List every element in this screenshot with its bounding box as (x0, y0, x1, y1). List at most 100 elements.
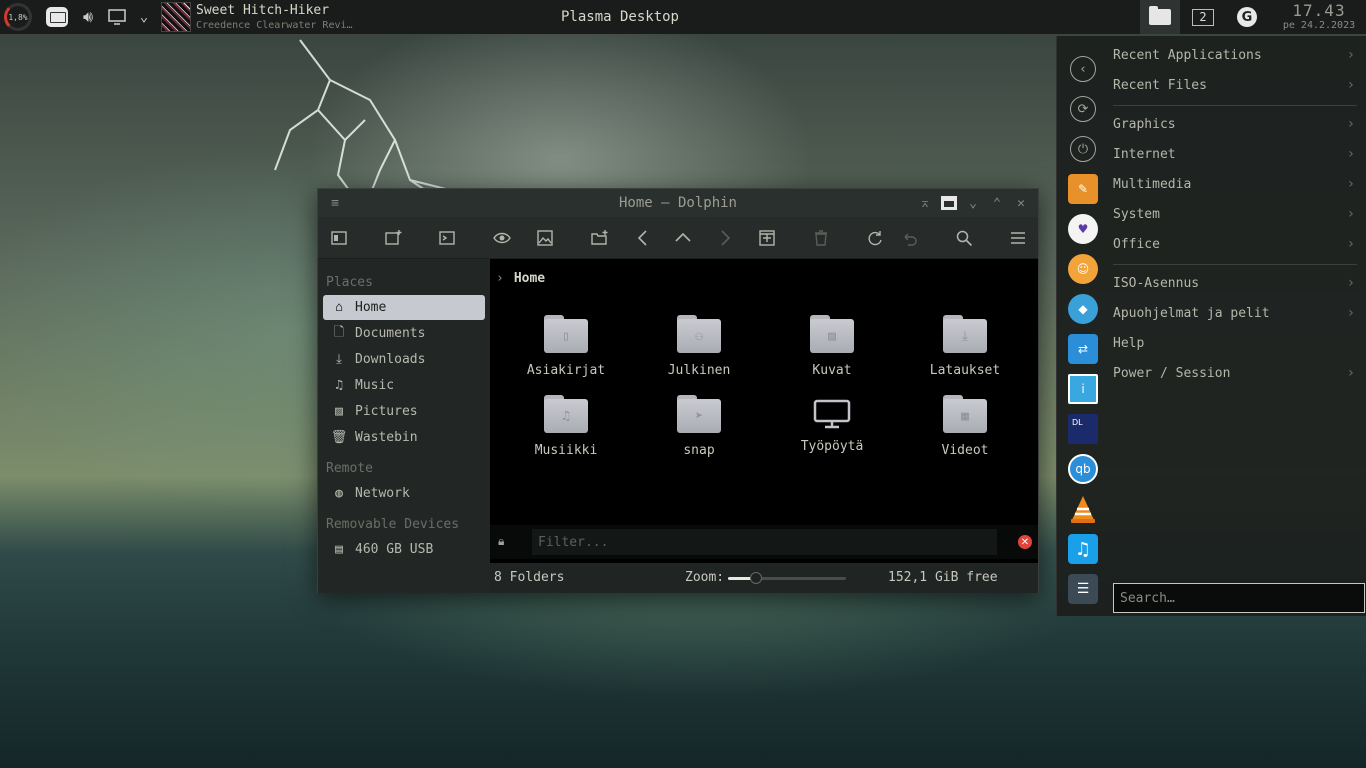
folder-item[interactable]: ▯ Asiakirjat (511, 313, 621, 385)
place-usb-drive[interactable]: ▤ 460 GB USB (323, 537, 485, 562)
category-apuohjelmat[interactable]: Apuohjelmat ja pelit › (1113, 300, 1361, 326)
category-recent-files[interactable]: Recent Files › (1113, 72, 1361, 98)
app-1-icon[interactable]: ✎ (1068, 174, 1098, 204)
folder-item[interactable]: ➤ snap (644, 393, 754, 465)
info-app-icon[interactable]: i (1068, 374, 1098, 404)
place-documents[interactable]: 🗋︎ Documents (323, 321, 485, 346)
chevron-right-icon: › (1346, 116, 1355, 132)
hamburger-menu-icon[interactable] (1005, 225, 1031, 251)
album-art-icon[interactable] (160, 0, 192, 34)
menu-separator (1113, 105, 1357, 106)
vlc-icon[interactable] (1068, 494, 1098, 524)
file-view: › Home ▯ Asiakirjat ⚇ Julkinen ▨ Kuvat ⤓ … (490, 259, 1038, 593)
place-label: Home (355, 300, 387, 315)
place-wastebin[interactable]: 🗑︎ Wastebin (323, 425, 485, 450)
show-hidden-eye-icon[interactable] (489, 225, 515, 251)
menu-search-input[interactable] (1113, 583, 1365, 613)
reload-icon[interactable] (862, 225, 888, 251)
keep-above-icon[interactable]: ⌅ (916, 194, 934, 212)
preview-image-icon[interactable] (532, 225, 558, 251)
window-titlebar[interactable]: ≡ Home — Dolphin ⌅ ⌄ ⌃ ✕ (318, 189, 1038, 217)
refresh-icon[interactable]: ⟳ (1070, 96, 1096, 122)
maximize-icon[interactable]: ⌃ (988, 194, 1006, 212)
place-pictures[interactable]: ▨ Pictures (323, 399, 485, 424)
back-icon[interactable]: ‹ (1070, 56, 1096, 82)
place-label: Downloads (355, 352, 426, 367)
virtual-desktop-pager[interactable]: 2 (1190, 0, 1216, 34)
place-home[interactable]: ⌂ Home (323, 295, 485, 320)
category-office[interactable]: Office › (1113, 231, 1361, 257)
power-icon[interactable]: ⏻ (1070, 136, 1096, 162)
folder-item[interactable]: ⤓ Lataukset (910, 313, 1020, 385)
terminal-icon[interactable] (434, 225, 460, 251)
store-app-icon[interactable]: ⇄ (1068, 334, 1098, 364)
free-space: 152,1 GiB free (888, 570, 998, 585)
place-network[interactable]: ◍ Network (323, 481, 485, 506)
breadcrumb-chevron-icon: › (496, 271, 504, 286)
up-icon[interactable] (670, 225, 696, 251)
breadcrumb[interactable]: › Home (496, 271, 545, 286)
new-window-icon[interactable] (380, 225, 406, 251)
category-recent-applications[interactable]: Recent Applications › (1113, 42, 1361, 68)
new-tab-icon[interactable] (754, 225, 780, 251)
app-3-icon[interactable]: ☺ (1068, 254, 1098, 284)
category-label: Recent Files (1113, 77, 1207, 93)
volume-icon[interactable]: 🔊︎ (76, 0, 100, 34)
category-internet[interactable]: Internet › (1113, 141, 1361, 167)
downloads-folder-icon: ⤓ (943, 315, 987, 353)
new-folder-icon[interactable] (586, 225, 612, 251)
place-label: 460 GB USB (355, 542, 434, 557)
status-bar: 8 Folders Zoom: 152,1 GiB free (490, 563, 1038, 593)
lock-icon[interactable]: 🔒︎ (498, 534, 512, 548)
brave-icon[interactable]: ♥ (1068, 214, 1098, 244)
tag-app-icon[interactable]: ◆ (1068, 294, 1098, 324)
music-app-icon[interactable]: ♫ (1068, 534, 1098, 564)
qbittorrent-icon[interactable]: qb (1068, 454, 1098, 484)
folder-item[interactable]: ▨ Kuvat (777, 313, 887, 385)
desktop-monitor-icon (813, 399, 851, 429)
terminal-app-icon[interactable]: DL (1068, 414, 1098, 444)
place-music[interactable]: ♫ Music (323, 373, 485, 398)
split-view-icon[interactable] (326, 225, 352, 251)
undo-icon[interactable] (896, 225, 922, 251)
back-icon[interactable] (630, 225, 656, 251)
mail-icon[interactable] (44, 0, 70, 34)
category-help[interactable]: Help (1113, 330, 1361, 356)
chevron-down-icon[interactable]: ⌄ (134, 0, 154, 34)
clear-filter-icon[interactable]: ✕ (1018, 535, 1032, 549)
zoom-slider-handle[interactable] (750, 572, 762, 584)
place-label: Pictures (355, 404, 418, 419)
forward-icon[interactable] (712, 225, 738, 251)
folder-item[interactable]: ⚇ Julkinen (644, 313, 754, 385)
folder-label: Lataukset (929, 363, 1001, 378)
dolphin-task-icon[interactable] (1140, 0, 1180, 34)
category-system[interactable]: System › (1113, 201, 1361, 227)
folder-item[interactable]: Työpöytä (777, 393, 887, 465)
digital-clock[interactable]: 17.43 pe 24.2.2023 (1272, 0, 1366, 34)
desktop-title: Plasma Desktop (560, 9, 679, 25)
home-icon: ⌂ (335, 300, 343, 315)
folder-item[interactable]: ▦ Videot (910, 393, 1020, 465)
folder-item[interactable]: ♫ Musiikki (511, 393, 621, 465)
category-multimedia[interactable]: Multimedia › (1113, 171, 1361, 197)
grammarly-icon[interactable]: G (1234, 0, 1260, 34)
minimize-icon[interactable]: ⌄ (964, 194, 982, 212)
cpu-load-widget[interactable]: 1,8% (2, 0, 34, 34)
filter-input[interactable] (532, 529, 997, 555)
display-icon[interactable] (104, 0, 130, 34)
chevron-right-icon: › (1346, 236, 1355, 252)
pip-icon[interactable] (940, 194, 958, 212)
close-icon[interactable]: ✕ (1012, 194, 1030, 212)
settings-app-icon[interactable]: ☰ (1068, 574, 1098, 604)
media-player-widget[interactable]: Sweet Hitch-Hiker Creedence Clearwater R… (196, 1, 376, 35)
place-downloads[interactable]: ⤓ Downloads (323, 347, 485, 372)
category-iso-asennus[interactable]: ISO-Asennus › (1113, 270, 1361, 296)
search-icon[interactable] (951, 225, 977, 251)
chevron-right-icon: › (1346, 206, 1355, 222)
category-graphics[interactable]: Graphics › (1113, 111, 1361, 137)
trash-icon[interactable] (808, 225, 834, 251)
breadcrumb-home[interactable]: Home (514, 271, 545, 286)
documents-icon: 🗋︎ (333, 324, 345, 340)
category-power-session[interactable]: Power / Session › (1113, 360, 1361, 386)
chevron-right-icon: › (1346, 275, 1355, 291)
